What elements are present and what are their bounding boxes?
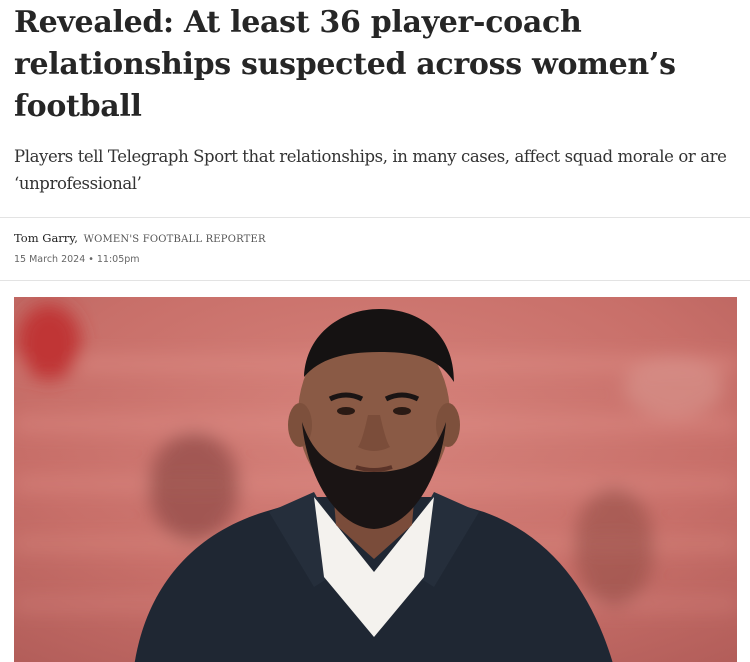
publish-time: 11:05pm [96, 254, 140, 265]
byline-bottom-divider [0, 280, 750, 281]
article-page: Revealed: At least 36 player-coach relat… [0, 0, 750, 662]
portrait-illustration [14, 297, 737, 662]
date-separator: • [88, 254, 94, 265]
author-role: WOMEN'S FOOTBALL REPORTER [83, 234, 266, 245]
publish-date: 15 March 2024 [14, 254, 86, 265]
article-lead-image [14, 297, 737, 662]
author-name-link[interactable]: Tom Garry, [14, 231, 78, 245]
byline-top-divider [0, 217, 750, 218]
publish-dateline: 15 March 2024 • 11:05pm [14, 254, 140, 265]
byline: Tom Garry, WOMEN'S FOOTBALL REPORTER [14, 231, 266, 245]
article-standfirst: Players tell Telegraph Sport that relati… [14, 147, 727, 193]
article-headline: Revealed: At least 36 player-coach relat… [14, 5, 676, 124]
